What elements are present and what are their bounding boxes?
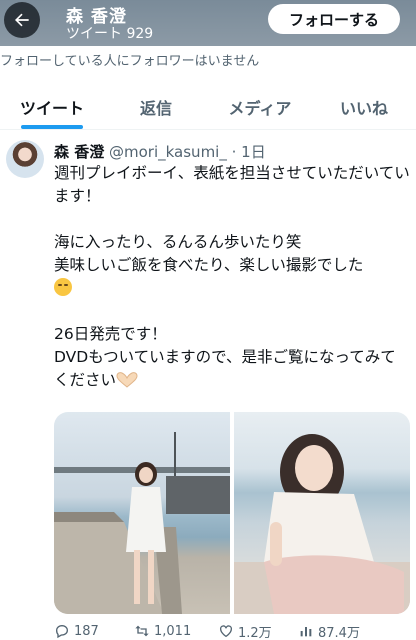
heart-hands-emoji-icon (116, 372, 138, 388)
tweet-line: 海に入ったり、るんるん歩いたり笑 (54, 233, 302, 251)
heart-icon (220, 625, 232, 638)
reply-icon (55, 624, 69, 639)
tweet-line: DVDもついていますので、是非ご覧になってみてください (54, 348, 396, 389)
reply-action[interactable]: 187 (54, 623, 134, 639)
arrow-left-icon (15, 13, 29, 27)
retweet-count: 1,011 (154, 623, 192, 639)
retweet-icon (135, 625, 149, 637)
view-count: 87.4万 (318, 625, 360, 640)
views-action[interactable]: 87.4万 (298, 622, 378, 640)
smiling-face-emoji-icon (54, 278, 72, 296)
tweet-line: 週刊プレイボーイ、表紙を担当させていただいています！ (54, 164, 410, 205)
photo-scene-2 (234, 434, 410, 614)
tweet-header: 森 香澄 @mori_kasumi_ · 1日 (54, 141, 266, 162)
reply-count: 187 (74, 623, 99, 639)
tab-media[interactable]: メディア (208, 84, 312, 129)
follow-button[interactable]: フォローする (268, 4, 400, 34)
photo-scene-1 (54, 432, 230, 614)
like-count: 1.2万 (238, 625, 272, 640)
tab-replies[interactable]: 返信 (104, 84, 208, 129)
avatar[interactable] (6, 140, 44, 178)
tweet-line: 美味しいご飯を食べたり、楽しい撮影でした (54, 256, 364, 274)
tweet-line: 26日発売です！ (54, 325, 167, 343)
tweet-line-emoji (54, 277, 410, 300)
profile-tabs: ツイート 返信 メディア いいね (0, 84, 416, 130)
followers-notice: フォローしている人にフォロワーはいません (0, 54, 260, 69)
author-name[interactable]: 森 香澄 (54, 143, 104, 161)
tweet-photo-1[interactable] (54, 412, 230, 614)
tweet-photo-2[interactable] (234, 412, 410, 614)
profile-header: 森 香澄 ツイート 929 フォローする (0, 0, 416, 46)
views-chart-icon (300, 627, 312, 637)
tab-likes[interactable]: いいね (312, 84, 416, 129)
back-button[interactable] (4, 2, 40, 38)
tab-tweets[interactable]: ツイート (0, 84, 104, 129)
tweet-text: 週刊プレイボーイ、表紙を担当させていただいています！ 海に入ったり、るんるん歩い… (54, 162, 410, 392)
tweet-actions: 187 1,011 1.2万 87.4万 (54, 622, 414, 640)
tweet-line-with-emoji: DVDもついていますので、是非ご覧になってみてください (54, 346, 410, 392)
like-action[interactable]: 1.2万 (218, 622, 298, 640)
retweet-action[interactable]: 1,011 (134, 623, 218, 639)
author-handle-time: @mori_kasumi_ · 1日 (104, 143, 266, 161)
tweet-count: ツイート 929 (66, 26, 154, 42)
